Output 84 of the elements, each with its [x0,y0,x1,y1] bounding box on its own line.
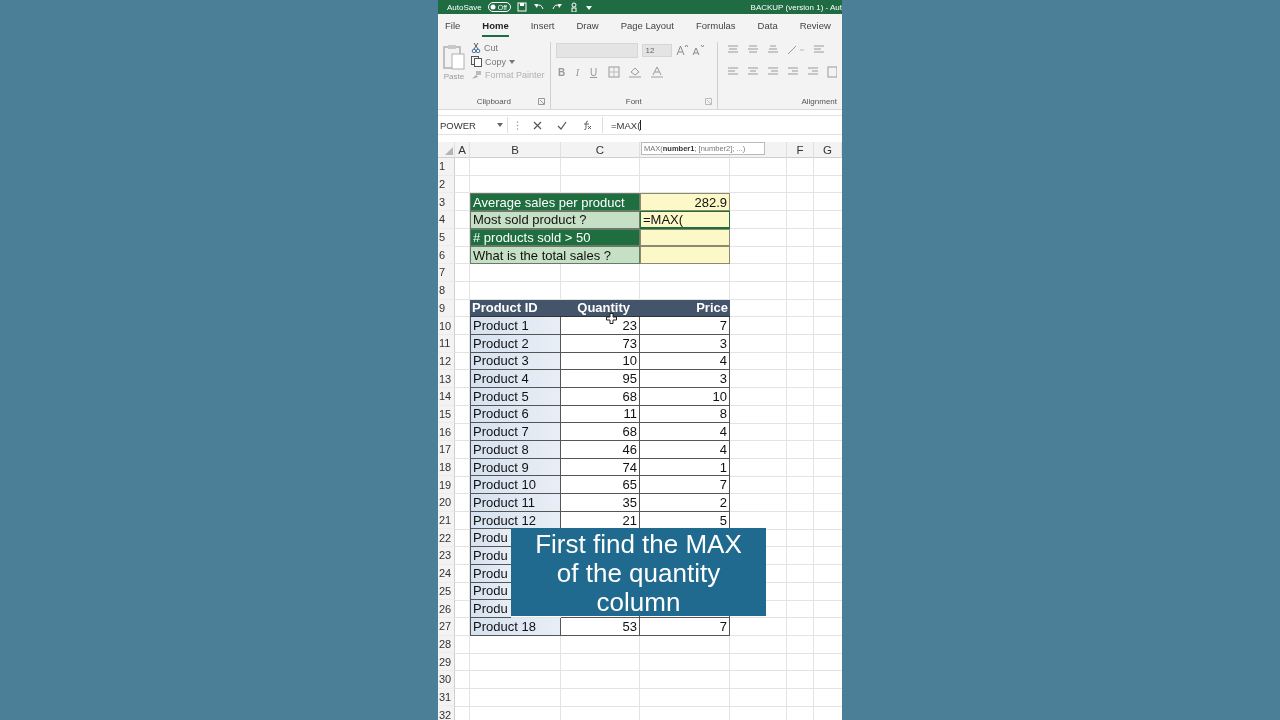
table-cell: Produ [470,529,511,548]
insert-function-icon[interactable] [582,120,592,130]
formula-field[interactable]: =MAX( [603,117,842,133]
caption: First find the MAX of the quantity column [511,528,766,616]
row-number[interactable]: 32 [438,706,455,720]
row-number[interactable]: 13 [438,370,455,388]
scissors-icon [471,43,481,53]
column-header[interactable]: A [455,142,470,158]
table-cell: Product 8 [470,441,561,459]
caret-icon [497,123,503,127]
table-cell: 46 [561,441,640,459]
column-header[interactable]: C [561,142,640,158]
table-cell: 68 [561,423,640,441]
ribbon-tab[interactable]: Draw [576,15,599,37]
table-cell: Product 10 [470,476,561,495]
row-number[interactable]: 6 [438,246,455,265]
document-title: BACKUP (version 1) - Aut [750,2,842,12]
table-cell: Produ [470,547,511,565]
table-cell: 23 [561,317,640,335]
table-cell: What is the total sales ? [470,246,640,265]
ribbon-tab[interactable]: File [445,15,461,37]
row-number[interactable]: 22 [438,529,455,548]
group-label: Clipboard [476,97,511,106]
row-number[interactable]: 23 [438,547,455,565]
column-header[interactable]: F [787,142,814,158]
table-cell: Product 7 [470,423,561,441]
table-cell: 65 [561,476,640,495]
ribbon-tab[interactable]: Data [757,15,778,37]
ribbon-tab[interactable]: Page Layout [620,15,674,37]
row-number[interactable]: 3 [438,193,455,212]
table-cell: Product 4 [470,370,561,388]
row-number[interactable]: 29 [438,653,455,671]
ribbon-tab[interactable]: Home [482,15,509,37]
table-cell: Average sales per product [470,193,640,212]
table-cell: Product 11 [470,494,561,512]
ribbon-tab[interactable]: Review [799,15,831,37]
cancel-icon[interactable] [533,120,542,130]
row-number[interactable]: 10 [438,317,455,335]
column-header: Quantity [561,299,640,318]
table-cell: Most sold product ? [470,211,640,229]
column-header[interactable]: B [470,142,561,158]
group-label: Font [625,97,642,106]
row-number[interactable]: 17 [438,441,455,459]
table-cell: 7 [640,317,730,335]
column-header: Price [640,299,730,318]
autosave-label: AutoSave [447,2,482,12]
brush-icon [471,70,482,80]
touch-icon[interactable] [568,2,579,12]
toggle-knob-icon [489,4,496,10]
name-box[interactable]: POWER [438,117,508,133]
column-header[interactable]: G [814,142,842,158]
copy-icon [471,56,482,67]
table-cell: 282.9 [640,193,730,212]
row-number[interactable]: 26 [438,600,455,618]
undo-icon[interactable] [532,2,545,12]
table-cell: 3 [640,370,730,388]
table-cell: 4 [640,441,730,459]
save-icon[interactable] [516,2,527,12]
group-label: Alignment [801,97,837,106]
redo-icon[interactable] [550,2,563,12]
row-number[interactable]: 7 [438,264,455,282]
caret-icon [509,59,515,64]
ribbon-tab[interactable]: Insert [530,15,555,37]
table-cell: Produ [470,600,511,618]
table-cell[interactable]: =MAX( [640,211,730,229]
row-number[interactable]: 16 [438,423,455,441]
clipboard-icon [443,44,465,70]
grip-icon [516,120,519,130]
table-cell: Product 1 [470,317,561,335]
column-header: Product ID [470,299,561,318]
row-number[interactable]: 20 [438,494,455,512]
table-cell: 7 [640,476,730,495]
cursor-icon [606,313,617,324]
row-number[interactable]: 19 [438,476,455,495]
row-number[interactable]: 4 [438,211,455,229]
table-cell: Product 18 [470,617,561,636]
table-cell: 4 [640,423,730,441]
table-cell: 35 [561,494,640,512]
row-number[interactable]: 1 [438,158,455,176]
select-all-icon[interactable] [445,147,453,155]
enter-icon[interactable] [557,120,567,130]
table-cell: 2 [640,494,730,512]
table-cell: 95 [561,370,640,388]
ribbon-tab[interactable]: Formulas [696,15,736,37]
